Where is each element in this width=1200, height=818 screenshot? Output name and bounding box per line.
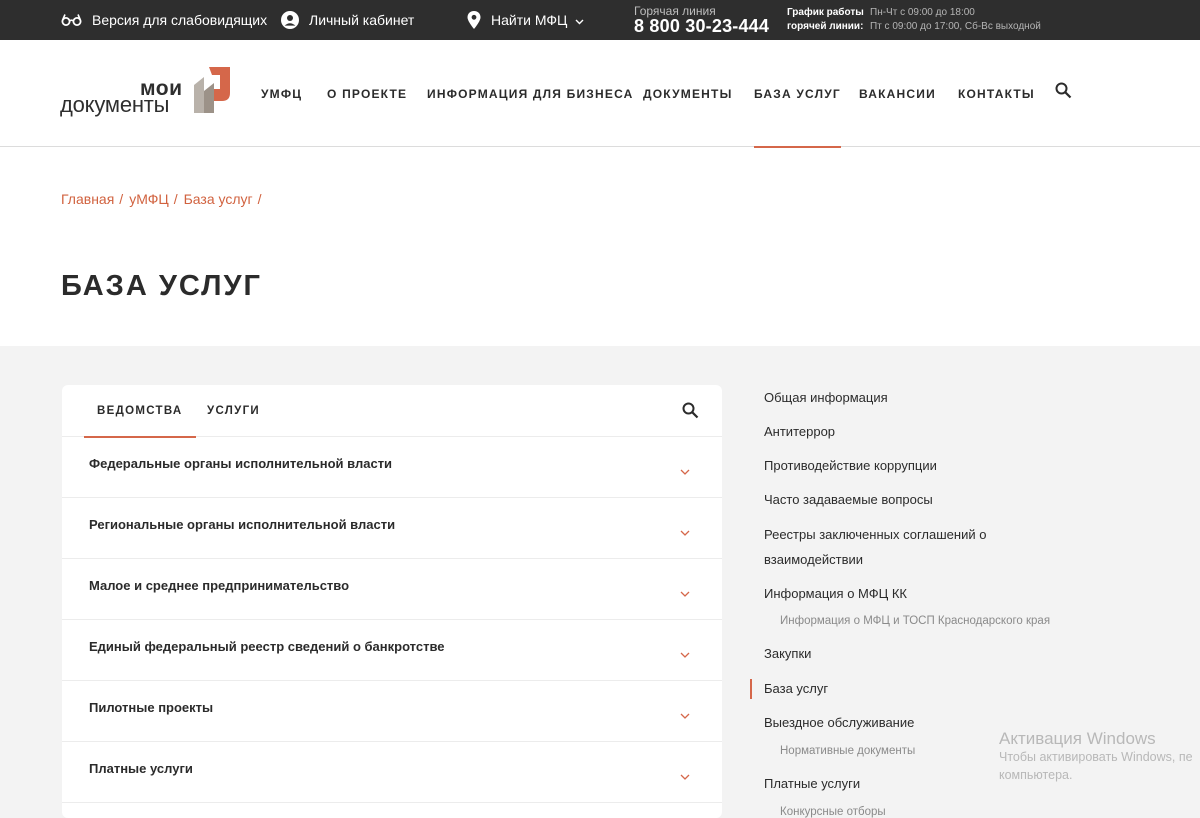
windows-activation-text-2: компьютера.: [999, 768, 1073, 782]
hotline-phone[interactable]: 8 800 30-23-444: [634, 16, 769, 37]
side-menu-mfc-info[interactable]: Информация о МФЦ КК: [764, 586, 907, 601]
nav-item-umfc[interactable]: УМФЦ: [261, 40, 302, 147]
chevron-down-icon: [680, 645, 690, 663]
accordion-item[interactable]: Федеральные органы исполнительной власти: [62, 437, 722, 498]
windows-activation-title: Активация Windows: [999, 729, 1156, 748]
accordion-item-label: Платные услуги: [89, 761, 193, 776]
side-menu-services-base[interactable]: База услуг: [764, 681, 828, 696]
chevron-down-icon: [575, 12, 584, 28]
low-vision-label: Версия для слабовидящих: [92, 12, 268, 28]
breadcrumb-separator: /: [257, 191, 262, 207]
schedule-hours-line2: Пт с 09:00 до 17:00, Сб-Вс выходной: [870, 21, 1041, 32]
search-icon[interactable]: [682, 402, 699, 424]
logo-text-line2: документы: [60, 92, 170, 117]
accordion-item-label: Единый федеральный реестр сведений о бан…: [89, 639, 445, 654]
side-menu-paid-services[interactable]: Платные услуги: [764, 776, 860, 791]
breadcrumb-home[interactable]: Главная: [61, 191, 114, 207]
side-menu-general-info[interactable]: Общая информация: [764, 390, 888, 405]
schedule-hours-line1: Пн-Чт с 09:00 до 18:00: [870, 7, 975, 18]
active-indicator: [750, 679, 752, 699]
side-menu-faq[interactable]: Часто задаваемые вопросы: [764, 492, 933, 507]
tab-services[interactable]: УСЛУГИ: [207, 385, 260, 437]
location-pin-icon: [467, 11, 481, 29]
windows-activation-text: Чтобы активировать Windows, пе: [999, 750, 1193, 764]
side-menu-registries-cont[interactable]: взаимодействии: [764, 552, 863, 567]
side-menu-antiterror[interactable]: Антитеррор: [764, 424, 835, 439]
schedule-label-line2: горячей линии:: [787, 21, 864, 32]
breadcrumb-services[interactable]: База услуг: [184, 191, 253, 207]
nav-item-business[interactable]: ИНФОРМАЦИЯ ДЛЯ БИЗНЕСА: [427, 40, 634, 147]
tab-bar: ВЕДОМСТВА УСЛУГИ: [62, 385, 722, 438]
side-submenu-mfc-tosp[interactable]: Информация о МФЦ и ТОСП Краснодарского к…: [780, 615, 1050, 627]
account-label: Личный кабинет: [309, 12, 415, 28]
chevron-down-icon: [680, 462, 690, 480]
side-submenu-regulations[interactable]: Нормативные документы: [780, 745, 915, 757]
search-icon[interactable]: [1055, 82, 1072, 104]
nav-item-about[interactable]: О ПРОЕКТЕ: [327, 40, 407, 147]
schedule-label: График работы горячей линии:: [787, 6, 864, 34]
find-mfc-label: Найти МФЦ: [491, 12, 568, 28]
user-icon: [281, 11, 299, 29]
breadcrumb: Главная / уМФЦ / База услуг /: [61, 191, 268, 207]
accordion-item[interactable]: Малое и среднее предпринимательство: [62, 559, 722, 620]
breadcrumb-separator: /: [173, 191, 178, 207]
nav-item-services-base[interactable]: БАЗА УСЛУГ: [754, 40, 841, 148]
side-menu-procurement[interactable]: Закупки: [764, 646, 811, 661]
logo[interactable]: мои документы: [60, 67, 232, 119]
chevron-down-icon: [680, 767, 690, 785]
nav-item-contacts[interactable]: КОНТАКТЫ: [958, 40, 1035, 147]
tab-agencies[interactable]: ВЕДОМСТВА: [83, 385, 198, 438]
chevron-down-icon: [680, 706, 690, 724]
logo-mark-icon: [194, 67, 230, 113]
page-title: БАЗА УСЛУГ: [61, 270, 262, 302]
side-menu-anticorruption[interactable]: Противодействие коррупции: [764, 458, 937, 473]
top-bar: Версия для слабовидящих Личный кабинет Н…: [0, 0, 1200, 40]
chevron-down-icon: [680, 584, 690, 602]
side-menu-mobile-service[interactable]: Выездное обслуживание: [764, 715, 914, 730]
accordion-item-label: Малое и среднее предпринимательство: [89, 578, 350, 593]
schedule-label-line1: График работы: [787, 7, 864, 18]
accordion-item[interactable]: Единый федеральный реестр сведений о бан…: [62, 620, 722, 681]
breadcrumb-umfc[interactable]: уМФЦ: [129, 191, 169, 207]
side-menu-registries[interactable]: Реестры заключенных соглашений о: [764, 527, 986, 542]
schedule-hours: Пн-Чт с 09:00 до 18:00 Пт с 09:00 до 17:…: [870, 6, 1041, 34]
side-submenu-competitions[interactable]: Конкурсные отборы: [780, 806, 886, 818]
accordion-item[interactable]: Региональные органы исполнительной власт…: [62, 498, 722, 559]
services-panel: ВЕДОМСТВА УСЛУГИ Федеральные органы испо…: [62, 385, 722, 818]
accordion-item-label: Федеральные органы исполнительной власти: [89, 456, 393, 471]
nav-item-vacancies[interactable]: ВАКАНСИИ: [859, 40, 936, 147]
nav-item-documents[interactable]: ДОКУМЕНТЫ: [643, 40, 733, 147]
accordion-item[interactable]: Пилотные проекты: [62, 681, 722, 742]
main-header: мои документы УМФЦ О ПРОЕКТЕ ИНФОРМАЦИЯ …: [0, 40, 1200, 148]
accordion-item-label: Региональные органы исполнительной власт…: [89, 517, 396, 532]
find-mfc-dropdown[interactable]: Найти МФЦ: [467, 0, 584, 40]
accordion-item-label: Пилотные проекты: [89, 700, 214, 715]
glasses-icon: [61, 13, 82, 27]
account-link[interactable]: Личный кабинет: [281, 0, 414, 40]
breadcrumb-separator: /: [119, 191, 124, 207]
accordion-item[interactable]: Платные услуги: [62, 742, 722, 803]
chevron-down-icon: [680, 523, 690, 541]
low-vision-link[interactable]: Версия для слабовидящих: [61, 0, 267, 40]
